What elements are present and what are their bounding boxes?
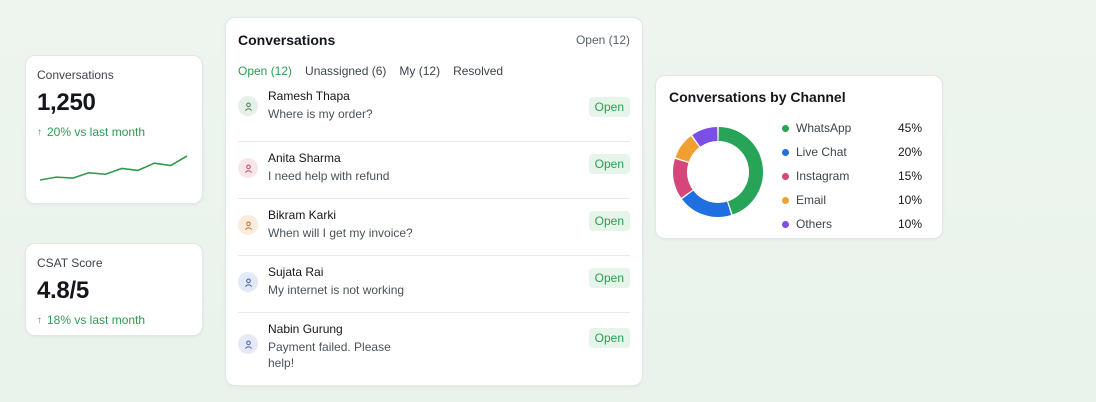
channel-donut-chart bbox=[673, 127, 763, 217]
contact-name: Anita Sharma bbox=[268, 151, 341, 165]
donut-slice-whatsapp[interactable] bbox=[718, 127, 763, 215]
contact-name: Ramesh Thapa bbox=[268, 89, 350, 103]
tab-open[interactable]: Open (12) bbox=[238, 64, 292, 78]
conversation-row[interactable]: Anita Sharma I need help with refund Open bbox=[238, 142, 630, 199]
message-preview: When will I get my invoice? bbox=[268, 226, 413, 240]
trend-sparkline bbox=[39, 155, 188, 181]
conversations-title: Conversations bbox=[238, 32, 336, 48]
donut-slice-instagram[interactable] bbox=[673, 158, 693, 198]
donut-slice-others[interactable] bbox=[692, 127, 718, 147]
legend-value: 10% bbox=[897, 193, 922, 207]
status-badge: Open bbox=[588, 97, 630, 117]
legend-swatch bbox=[782, 148, 789, 156]
legend-label: Instagram bbox=[796, 169, 850, 183]
chart-legend: WhatsApp 45% Live Chat 20% Instagram 15% Email… bbox=[782, 116, 922, 236]
legend-label: Others bbox=[796, 217, 833, 231]
arrow-up-icon: ↑ bbox=[37, 126, 42, 138]
legend-item: Others 10% bbox=[782, 212, 922, 236]
csat-kpi-card: CSAT Score 4.8/5 ↑ 18% vs last month bbox=[25, 243, 203, 336]
legend-label: WhatsApp bbox=[796, 121, 852, 135]
tab-my[interactable]: My (12) bbox=[399, 64, 440, 78]
conversation-row[interactable]: Sujata Rai My internet is not working Open bbox=[238, 256, 630, 313]
kpi-value: 1,250 bbox=[37, 89, 96, 116]
arrow-up-icon: ↑ bbox=[37, 314, 42, 326]
user-icon bbox=[238, 272, 258, 292]
legend-value: 20% bbox=[897, 145, 922, 159]
kpi-delta: ↑ 18% vs last month bbox=[37, 313, 191, 327]
kpi-delta-text: 18% vs last month bbox=[47, 313, 146, 327]
legend-value: 10% bbox=[897, 217, 922, 231]
kpi-delta-text: 20% vs last month bbox=[47, 125, 146, 139]
legend-item: WhatsApp 45% bbox=[782, 116, 922, 140]
contact-name: Nabin Gurung bbox=[268, 322, 343, 336]
tab-resolved[interactable]: Resolved bbox=[453, 64, 503, 78]
conversations-card: Conversations Open (12) Open (12) Unassig… bbox=[225, 17, 643, 386]
legend-swatch bbox=[782, 172, 789, 180]
kpi-delta: ↑ 20% vs last month bbox=[37, 125, 191, 139]
conversation-tabs: Open (12) Unassigned (6) My (12) Resolved bbox=[238, 60, 630, 82]
message-preview: My internet is not working bbox=[268, 283, 405, 297]
conversation-list: Ramesh Thapa Where is my order? Open Anita … bbox=[238, 85, 630, 386]
message-preview: Payment failed. Please help! bbox=[268, 340, 391, 370]
conversation-row[interactable]: Bikram Karki When will I get my invoice? O… bbox=[238, 199, 630, 256]
channel-chart-card: Conversations by Channel WhatsApp 45% Live… bbox=[655, 75, 943, 239]
conversation-row[interactable]: Ramesh Thapa Where is my order? Open bbox=[238, 85, 630, 142]
message-preview: Where is my order? bbox=[268, 107, 373, 121]
conversation-row[interactable]: Nabin Gurung Payment failed. Please help!… bbox=[238, 313, 630, 386]
status-badge: Open bbox=[588, 328, 630, 348]
status-badge: Open bbox=[588, 154, 630, 174]
status-badge: Open bbox=[588, 211, 630, 231]
sparkline-series bbox=[39, 155, 188, 181]
tab-unassigned[interactable]: Unassigned (6) bbox=[305, 64, 386, 78]
legend-item: Instagram 15% bbox=[782, 164, 922, 188]
legend-swatch bbox=[782, 220, 789, 228]
legend-swatch bbox=[782, 196, 789, 204]
status-badge: Open bbox=[588, 268, 630, 288]
legend-label: Email bbox=[796, 193, 827, 207]
kpi-label: Conversations bbox=[37, 68, 114, 82]
legend-value: 45% bbox=[897, 121, 922, 135]
chart-title: Conversations by Channel bbox=[669, 89, 846, 105]
donut-slice-live-chat[interactable] bbox=[682, 190, 732, 217]
conversations-kpi-card: Conversations 1,250 ↑ 20% vs last month bbox=[25, 55, 203, 204]
legend-item: Email 10% bbox=[782, 188, 922, 212]
user-icon bbox=[238, 96, 258, 116]
legend-swatch bbox=[782, 124, 789, 132]
contact-name: Bikram Karki bbox=[268, 208, 337, 222]
message-preview: I need help with refund bbox=[268, 169, 390, 183]
user-icon bbox=[238, 334, 258, 354]
user-icon bbox=[238, 215, 258, 235]
open-count: Open (12) bbox=[575, 33, 630, 47]
kpi-label: CSAT Score bbox=[37, 256, 103, 270]
contact-name: Sujata Rai bbox=[268, 265, 324, 279]
conversations-header: Conversations Open (12) bbox=[238, 18, 630, 61]
legend-value: 15% bbox=[897, 169, 922, 183]
legend-item: Live Chat 20% bbox=[782, 140, 922, 164]
user-icon bbox=[238, 158, 258, 178]
donut-slice-email[interactable] bbox=[675, 136, 700, 163]
kpi-value: 4.8/5 bbox=[37, 277, 89, 304]
legend-label: Live Chat bbox=[796, 145, 847, 159]
